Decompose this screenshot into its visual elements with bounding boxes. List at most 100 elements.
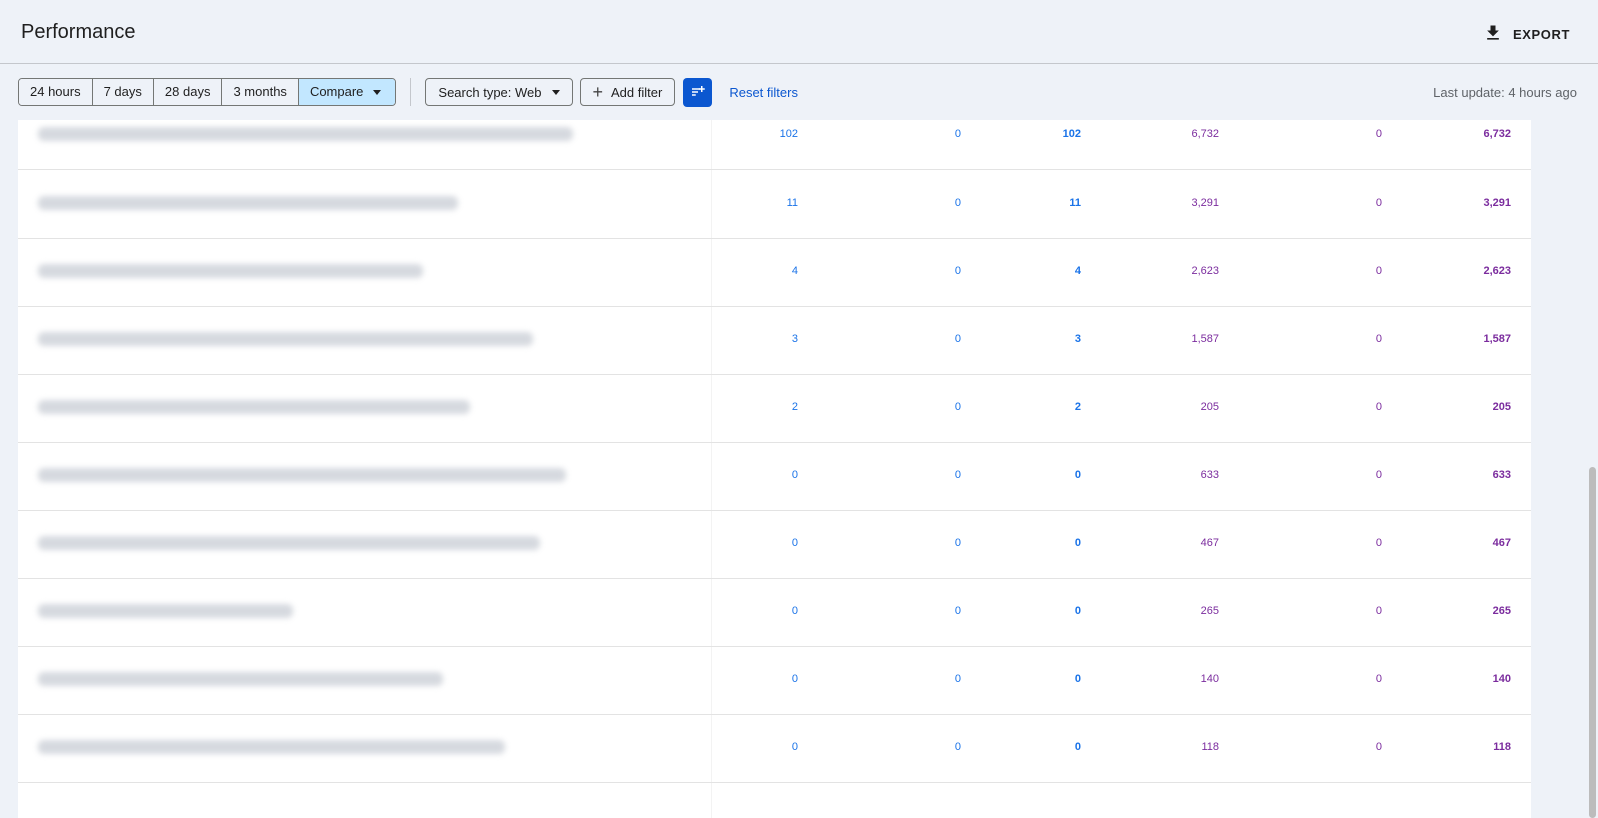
- page-header: Performance EXPORT: [0, 0, 1598, 64]
- redacted-url: [38, 332, 533, 346]
- range-3-months-button[interactable]: 3 months: [222, 79, 299, 105]
- metric-cell-c5: 0: [1375, 741, 1382, 753]
- page-url-cell[interactable]: [18, 374, 711, 442]
- metric-cell-c6: 2,623: [1483, 265, 1511, 277]
- metric-cell-c5: 0: [1375, 537, 1382, 549]
- redacted-url: [38, 400, 470, 414]
- table-row[interactable]: 0 0 0 467 0 467: [18, 510, 1531, 579]
- add-filter-button[interactable]: + Add filter: [579, 78, 676, 106]
- table-row[interactable]: 2 0 2 205 0 205: [18, 374, 1531, 443]
- metric-cell-c1: 0: [791, 469, 798, 481]
- metric-cell-c3: 0: [1074, 605, 1081, 617]
- table-row[interactable]: 0 0 0 633 0 633: [18, 442, 1531, 511]
- range-24-hours-button[interactable]: 24 hours: [19, 79, 93, 105]
- table-row[interactable]: 0 0 0 118 0 118: [18, 714, 1531, 783]
- metric-cell-c1: 3: [791, 333, 798, 345]
- table-row[interactable]: 3 0 3 1,587 0 1,587: [18, 306, 1531, 375]
- search-type-dropdown[interactable]: Search type: Web: [425, 78, 573, 106]
- redacted-url: [38, 127, 573, 141]
- metric-cell-c6: 140: [1492, 673, 1511, 685]
- metric-cell-c2: 0: [954, 197, 961, 209]
- metric-cell-c4: 467: [1200, 537, 1219, 549]
- export-label: EXPORT: [1512, 27, 1570, 42]
- metric-cell-c5: 0: [1375, 265, 1382, 277]
- reset-filters-link[interactable]: Reset filters: [729, 85, 798, 100]
- filter-toolbar: 24 hours 7 days 28 days 3 months Compare…: [18, 77, 798, 107]
- metric-cell-c3: 102: [1062, 128, 1081, 140]
- metric-cell-c2: 0: [954, 673, 961, 685]
- caret-down-icon: [373, 89, 382, 95]
- metric-cell-c6: 6,732: [1483, 128, 1511, 140]
- export-button[interactable]: EXPORT: [1483, 23, 1570, 46]
- metric-cell-c4: 3,291: [1191, 197, 1219, 209]
- table-row[interactable]: 11 0 11 3,291 0 3,291: [18, 170, 1531, 239]
- redacted-url: [38, 264, 423, 278]
- redacted-url: [38, 468, 566, 482]
- metric-cell-c6: 118: [1493, 741, 1511, 753]
- metric-cell-c6: 205: [1492, 401, 1511, 413]
- metric-cell-c1: 2: [791, 401, 798, 413]
- metric-cell-c2: 0: [954, 537, 961, 549]
- page-url-cell[interactable]: [18, 120, 711, 169]
- filter-settings-button[interactable]: [683, 77, 713, 107]
- table-row[interactable]: 4 0 4 2,623 0 2,623: [18, 238, 1531, 307]
- metric-cell-c5: 0: [1375, 469, 1382, 481]
- compare-dropdown[interactable]: Compare: [298, 79, 396, 105]
- toolbar-divider: [410, 78, 412, 106]
- metric-cell-c4: 118: [1201, 741, 1219, 753]
- page-url-cell[interactable]: [18, 578, 711, 646]
- metric-cell-c6: 265: [1492, 605, 1511, 617]
- filter-list-icon: [691, 86, 705, 96]
- metric-cell-c3: 11: [1069, 197, 1081, 209]
- metric-cell-c2: 0: [954, 401, 961, 413]
- metric-cell-c5: 0: [1375, 673, 1382, 685]
- scrollbar-thumb[interactable]: [1589, 467, 1596, 818]
- metric-cell-c2: 0: [954, 741, 961, 753]
- metric-cell-c1: 102: [779, 128, 798, 140]
- plus-icon: +: [592, 82, 604, 102]
- metric-cell-c5: 0: [1375, 197, 1382, 209]
- vertical-scrollbar[interactable]: [1587, 120, 1598, 818]
- metric-cell-c1: 4: [791, 265, 798, 277]
- metric-cell-c4: 205: [1200, 401, 1219, 413]
- metric-cell-c3: 2: [1074, 401, 1081, 413]
- caret-down-icon: [551, 89, 560, 95]
- page-url-cell[interactable]: [18, 646, 711, 714]
- table-row[interactable]: 0 0 0 140 0 140: [18, 646, 1531, 715]
- metric-cell-c5: 0: [1375, 128, 1382, 140]
- download-icon: [1483, 23, 1503, 46]
- metric-cell-c4: 6,732: [1191, 128, 1219, 140]
- compare-label: Compare: [309, 84, 364, 99]
- range-7-days-button[interactable]: 7 days: [92, 79, 154, 105]
- metric-cell-c2: 0: [954, 333, 961, 345]
- range-28-days-button[interactable]: 28 days: [153, 79, 223, 105]
- metric-cell-c1: 0: [791, 673, 798, 685]
- page-url-cell[interactable]: [18, 238, 711, 306]
- metric-cell-c2: 0: [954, 128, 961, 140]
- page-url-cell[interactable]: [18, 714, 711, 782]
- metric-cell-c4: 140: [1200, 673, 1219, 685]
- page-url-cell[interactable]: [18, 170, 711, 238]
- metric-cell-c4: 2,623: [1191, 265, 1219, 277]
- metric-cell-c6: 3,291: [1483, 197, 1511, 209]
- metric-cell-c3: 0: [1074, 537, 1081, 549]
- redacted-url: [38, 196, 458, 210]
- metric-cell-c5: 0: [1375, 333, 1382, 345]
- page-url-cell[interactable]: [18, 510, 711, 578]
- metric-cell-c2: 0: [954, 265, 961, 277]
- metric-cell-c2: 0: [954, 605, 961, 617]
- last-update-text: Last update: 4 hours ago: [1433, 85, 1577, 100]
- metric-cell-c4: 1,587: [1191, 333, 1219, 345]
- metric-cell-c1: 0: [791, 605, 798, 617]
- metric-cell-c4: 633: [1200, 469, 1219, 481]
- metric-cell-c1: 11: [786, 197, 798, 209]
- metric-cell-c3: 3: [1074, 333, 1081, 345]
- table-row[interactable]: 102 0 102 6,732 0 6,732: [18, 120, 1531, 170]
- table-row[interactable]: 0 0 0 265 0 265: [18, 578, 1531, 647]
- page-url-cell[interactable]: [18, 442, 711, 510]
- page-url-cell[interactable]: [18, 306, 711, 374]
- search-type-label: Search type: Web: [438, 84, 542, 100]
- date-range-selector: 24 hours 7 days 28 days 3 months Compare: [18, 78, 397, 106]
- redacted-url: [38, 604, 293, 618]
- add-filter-label: Add filter: [611, 84, 663, 100]
